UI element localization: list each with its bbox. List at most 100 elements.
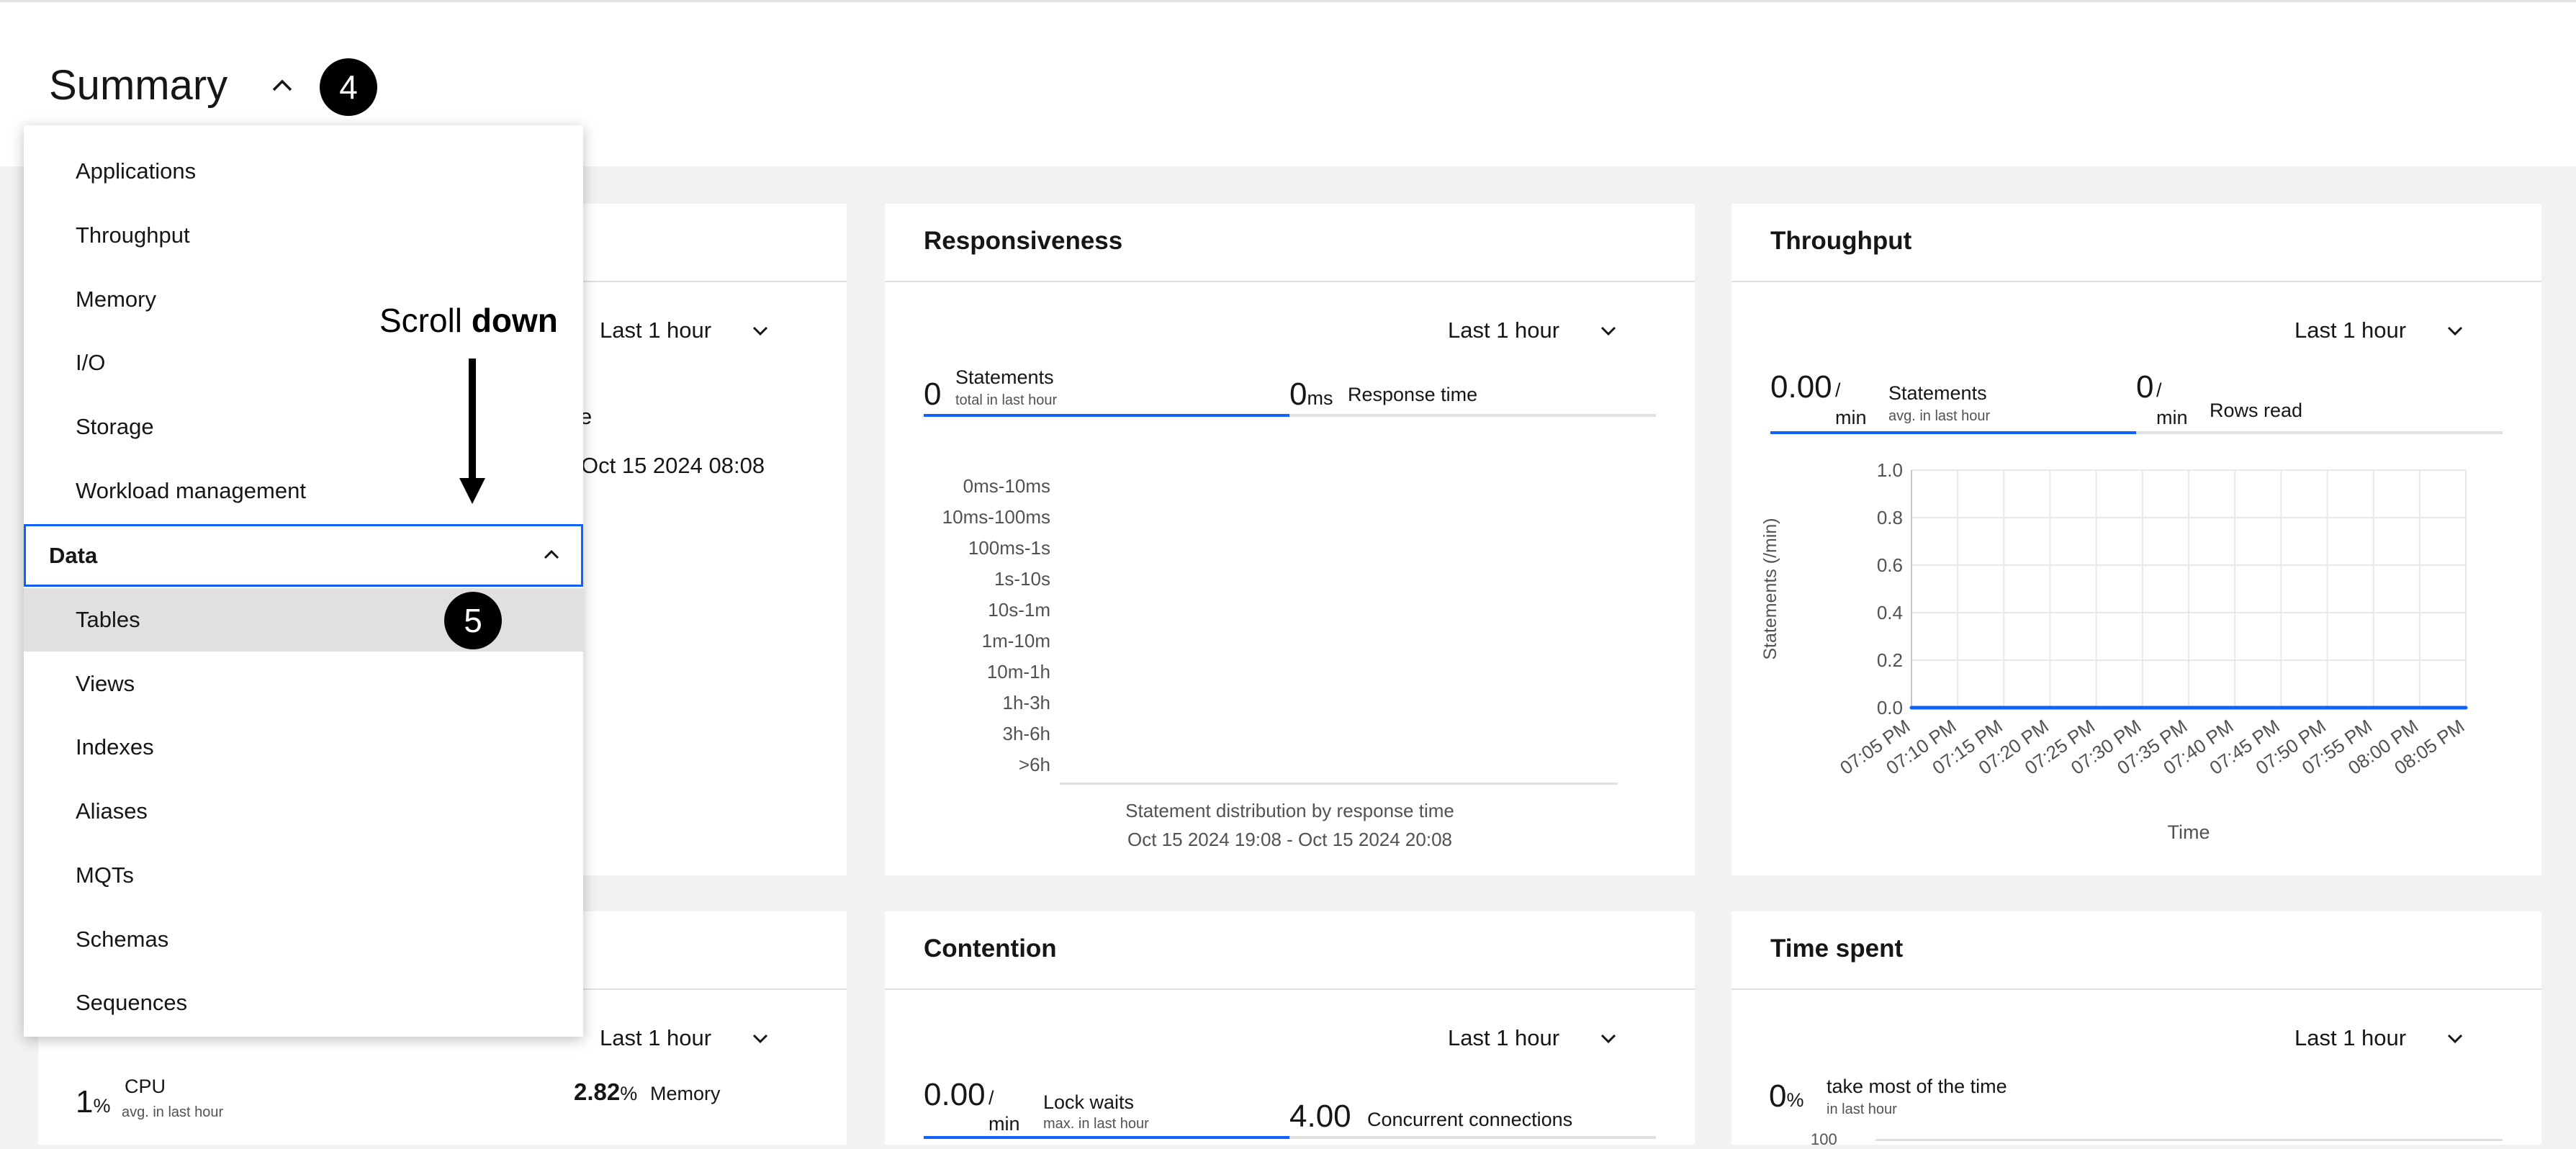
menu-item-views[interactable]: Views	[24, 652, 583, 716]
time-range-dropdown[interactable]: Last 1 hour	[2294, 1025, 2406, 1051]
x-axis-title: Time	[2168, 821, 2210, 843]
connections-label: Concurrent connections	[1367, 1109, 1573, 1130]
menu-item-indexes[interactable]: Indexes	[24, 716, 583, 779]
chevron-down-icon[interactable]	[1598, 1031, 1619, 1047]
lock-waits-sub: max. in last hour	[1043, 1116, 1149, 1132]
menu-item-applications[interactable]: Applications	[24, 140, 583, 203]
menu-item-storage[interactable]: Storage	[24, 395, 583, 459]
menu-item-throughput[interactable]: Throughput	[24, 204, 583, 267]
scroll-instruction-bold: down	[471, 302, 558, 339]
metric-fill-active	[1770, 431, 2136, 434]
step-badge-4: 4	[320, 58, 377, 116]
menu-group-data[interactable]: Data	[24, 524, 583, 587]
throughput-card: Throughput Last 1 hour 0.00 / min Statem…	[1731, 204, 2541, 875]
chevron-up-icon[interactable]	[266, 71, 298, 100]
card-divider	[885, 281, 1695, 282]
statements-sub: total in last hour	[955, 392, 1058, 408]
y-tick-label: 1.0	[1877, 459, 1903, 481]
cpu-label: CPU	[125, 1076, 166, 1097]
cpu-unit: %	[93, 1095, 111, 1117]
data-point	[1955, 706, 1960, 710]
metric-fill-active	[924, 414, 1289, 417]
bucket-label: 10ms-100ms	[942, 506, 1050, 528]
response-unit: ms	[1307, 387, 1333, 409]
y-tick-label: 0.6	[1877, 554, 1903, 576]
data-point	[2464, 706, 2468, 710]
memory-unit: %	[620, 1083, 638, 1104]
menu-item-schemas[interactable]: Schemas	[24, 908, 583, 971]
chevron-down-icon[interactable]	[1598, 323, 1619, 339]
stmt-unit-bottom: min	[1835, 407, 1867, 428]
chart-daterange: Oct 15 2024 19:08 - Oct 15 2024 20:08	[1127, 829, 1452, 850]
statements-value: 0	[924, 377, 942, 412]
partial-tick: 100	[1811, 1130, 1837, 1148]
time-spent-card: Time spent Last 1 hour 0% take most of t…	[1731, 911, 2541, 1148]
chevron-down-icon[interactable]	[749, 1031, 771, 1047]
time-spent-label: take most of the time	[1827, 1076, 2007, 1097]
menu-item-aliases[interactable]: Aliases	[24, 780, 583, 843]
data-point	[2001, 706, 2006, 710]
menu-item-workload-management[interactable]: Workload management	[24, 459, 583, 523]
menu-item-io[interactable]: I/O	[24, 331, 583, 395]
time-range-dropdown[interactable]: Last 1 hour	[1448, 1025, 1559, 1051]
menu-item-sequences[interactable]: Sequences	[24, 971, 583, 1035]
rows-unit-top: /	[2156, 379, 2162, 401]
data-point	[2279, 706, 2283, 710]
chevron-down-icon[interactable]	[749, 323, 771, 339]
chevron-down-icon[interactable]	[2444, 323, 2466, 339]
time-spent-value: 0	[1769, 1078, 1787, 1114]
scroll-instruction-text: Scroll	[379, 302, 472, 339]
bucket-label: 100ms-1s	[968, 537, 1050, 559]
card-divider	[1731, 281, 2541, 282]
card-divider	[885, 988, 1695, 990]
lock-unit-top: /	[988, 1087, 994, 1109]
data-point	[2418, 706, 2422, 710]
bucket-label: 10m-1h	[986, 661, 1050, 682]
data-point	[2048, 706, 2052, 710]
card-divider	[1731, 988, 2541, 990]
rows-unit-bottom: min	[2156, 407, 2188, 428]
bucket-label: 1m-10m	[981, 630, 1050, 652]
bucket-label: 0ms-10ms	[963, 475, 1050, 497]
y-tick-label: 0.8	[1877, 507, 1903, 528]
bucket-label: 10s-1m	[988, 599, 1050, 621]
rows-rate-value: 0	[2136, 369, 2154, 405]
lock-waits-label: Lock waits	[1043, 1091, 1135, 1113]
data-point	[2325, 706, 2329, 710]
stmt-label: Statements	[1888, 382, 1987, 404]
chart-caption: Statement distribution by response time	[1125, 800, 1454, 821]
page-title: Summary	[49, 62, 228, 109]
cpu-sub: avg. in last hour	[122, 1104, 224, 1120]
y-tick-label: 0.2	[1877, 649, 1903, 671]
summary-dropdown-menu: Applications Throughput Memory I/O Stora…	[24, 125, 583, 1037]
bucket-label: 1s-10s	[994, 568, 1050, 590]
time-range-dropdown[interactable]: Last 1 hour	[2294, 317, 2406, 343]
memory-value: 2.82	[574, 1078, 621, 1105]
stmt-sub: avg. in last hour	[1888, 408, 1991, 424]
y-axis-title: Statements (/min)	[1760, 518, 1780, 659]
card-title: Contention	[924, 934, 1057, 963]
time-range-dropdown[interactable]: Last 1 hour	[1448, 317, 1559, 343]
data-point	[2094, 706, 2099, 710]
stmt-unit-top: /	[1835, 379, 1841, 401]
chevron-down-icon[interactable]	[2444, 1031, 2466, 1047]
lock-waits-value: 0.00	[924, 1077, 986, 1112]
last-update-date: Oct 15 2024 08:08	[581, 453, 765, 478]
bucket-label: >6h	[1018, 754, 1050, 775]
connections-value: 4.00	[1289, 1099, 1351, 1134]
stmt-rate-value: 0.00	[1770, 369, 1832, 405]
time-spent-sub: in last hour	[1827, 1101, 1897, 1117]
bucket-label: 1h-3h	[1002, 692, 1051, 713]
time-range-dropdown[interactable]: Last 1 hour	[600, 1025, 711, 1051]
time-range-dropdown[interactable]: Last 1 hour	[600, 317, 711, 343]
menu-item-mqts[interactable]: MQTs	[24, 844, 583, 907]
card-title: Responsiveness	[924, 227, 1123, 255]
statements-label: Statements	[955, 366, 1054, 388]
arrow-down-icon	[459, 359, 485, 504]
y-tick-label: 0.0	[1877, 697, 1903, 718]
response-value: 0	[1289, 377, 1307, 412]
memory-label: Memory	[650, 1083, 721, 1104]
time-spent-unit: %	[1786, 1089, 1804, 1111]
data-point	[2233, 706, 2237, 710]
scroll-instruction: Scroll down	[379, 301, 558, 340]
